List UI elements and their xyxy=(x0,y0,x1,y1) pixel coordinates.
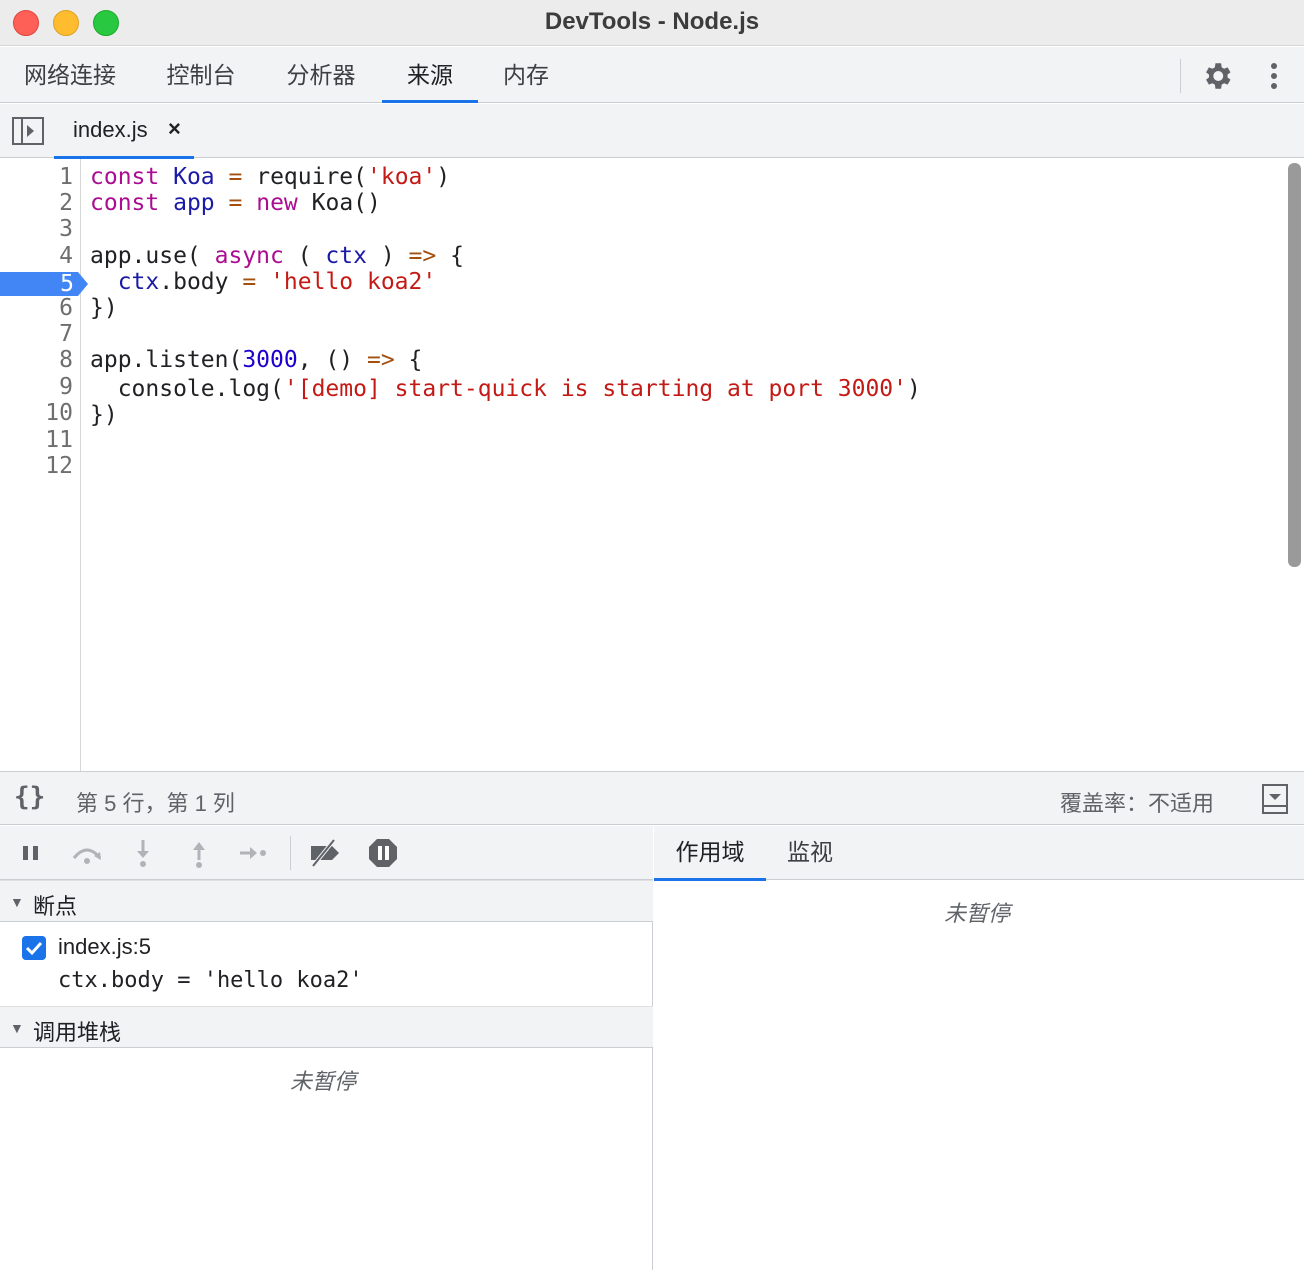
line-number[interactable]: 9 xyxy=(0,374,81,400)
file-tab-bar: index.js × xyxy=(0,104,1304,159)
breakpoint-arrow-icon xyxy=(0,272,88,296)
code-line[interactable]: app.listen(3000, () => { xyxy=(90,347,422,373)
code-editor[interactable]: 1 2 3 4 6 7 8 9 10 11 12 5 const Koa = r… xyxy=(0,159,1304,771)
line-number[interactable]: 7 xyxy=(0,321,81,347)
callstack-empty-message: 未暂停 xyxy=(290,1069,357,1094)
line-number[interactable]: 2 xyxy=(0,190,81,216)
expand-triangle-icon: ▼ xyxy=(10,1020,24,1036)
toolbar-divider xyxy=(1180,59,1181,93)
code-line[interactable]: const Koa = require('koa') xyxy=(90,164,450,190)
tab-network[interactable]: 网络连接 xyxy=(8,47,132,103)
breakpoints-section-header[interactable]: ▼ 断点 xyxy=(0,880,653,922)
step-out-icon[interactable] xyxy=(182,836,216,870)
more-options-icon[interactable] xyxy=(1262,59,1286,93)
pause-icon[interactable] xyxy=(14,836,48,870)
deactivate-breakpoints-icon[interactable] xyxy=(308,836,342,870)
line-number[interactable]: 1 xyxy=(0,164,81,190)
breakpoints-title: 断点 xyxy=(33,894,78,919)
tab-profiler[interactable]: 分析器 xyxy=(270,47,372,103)
step-icon[interactable] xyxy=(236,836,270,870)
file-tab-label: index.js xyxy=(73,117,148,142)
breakpoint-line-number: 5 xyxy=(60,271,74,297)
line-number[interactable]: 6 xyxy=(0,295,81,321)
editor-scrollbar[interactable] xyxy=(1288,163,1301,567)
scope-panel: 作用域 监视 未暂停 xyxy=(654,826,1304,1270)
code-line[interactable]: ctx.body = 'hello koa2' xyxy=(90,269,437,295)
callstack-title: 调用堆栈 xyxy=(33,1020,122,1045)
step-over-icon[interactable] xyxy=(70,836,104,870)
breakpoint-marker[interactable]: 5 xyxy=(0,271,88,297)
tab-console[interactable]: 控制台 xyxy=(150,47,252,103)
editor-status-bar: {} 第 5 行，第 1 列 覆盖率：不适用 xyxy=(0,771,1304,825)
toolbar-divider xyxy=(290,836,291,870)
main-tab-bar: 网络连接 控制台 分析器 来源 内存 xyxy=(0,47,1304,103)
scope-empty-message: 未暂停 xyxy=(944,901,1011,926)
tab-memory[interactable]: 内存 xyxy=(490,47,562,103)
breakpoint-code: ctx.body = 'hello koa2' xyxy=(58,968,363,993)
step-into-icon[interactable] xyxy=(126,836,160,870)
pretty-print-button[interactable]: {} xyxy=(14,782,45,812)
breakpoint-checkbox[interactable] xyxy=(22,936,46,960)
debugger-sidebar: ▼ 断点 index.js:5 ctx.body = 'hello koa2' … xyxy=(0,826,653,1270)
tab-scope[interactable]: 作用域 xyxy=(654,826,766,881)
breakpoint-entry[interactable]: index.js:5 ctx.body = 'hello koa2' xyxy=(0,922,653,1006)
gear-icon[interactable] xyxy=(1200,59,1234,93)
code-line[interactable]: app.use( async ( ctx ) => { xyxy=(90,243,464,269)
toggle-navigator-icon[interactable] xyxy=(12,117,44,145)
breakpoint-location: index.js:5 xyxy=(58,934,151,959)
tab-watch[interactable]: 监视 xyxy=(774,826,846,880)
line-number[interactable]: 8 xyxy=(0,347,81,373)
line-number-gutter[interactable]: 1 2 3 4 6 7 8 9 10 11 12 xyxy=(0,159,81,771)
callstack-section-header[interactable]: ▼ 调用堆栈 xyxy=(0,1006,653,1048)
code-line[interactable]: const app = new Koa() xyxy=(90,190,381,216)
code-line[interactable]: console.log('[demo] start-quick is start… xyxy=(90,376,921,402)
tab-sources[interactable]: 来源 xyxy=(382,47,478,103)
toggle-debugger-icon[interactable] xyxy=(1262,784,1288,814)
line-number[interactable]: 12 xyxy=(0,453,81,479)
cursor-position: 第 5 行，第 1 列 xyxy=(76,791,235,816)
line-number[interactable]: 3 xyxy=(0,216,81,242)
code-line[interactable]: }) xyxy=(90,295,118,321)
close-tab-icon[interactable]: × xyxy=(168,116,181,142)
line-number[interactable]: 4 xyxy=(0,243,81,269)
scope-tab-bar: 作用域 监视 xyxy=(654,826,1304,881)
pause-on-exceptions-icon[interactable] xyxy=(366,836,400,870)
debugger-toolbar xyxy=(0,826,653,880)
title-bar: DevTools - Node.js xyxy=(0,0,1304,46)
expand-triangle-icon: ▼ xyxy=(10,894,24,910)
coverage-status: 覆盖率：不适用 xyxy=(1060,791,1215,816)
window-title: DevTools - Node.js xyxy=(544,8,760,35)
code-line[interactable]: }) xyxy=(90,402,118,428)
file-tab-index-js[interactable]: index.js × xyxy=(54,104,194,159)
line-number[interactable]: 11 xyxy=(0,427,81,453)
line-number[interactable]: 10 xyxy=(0,400,81,426)
